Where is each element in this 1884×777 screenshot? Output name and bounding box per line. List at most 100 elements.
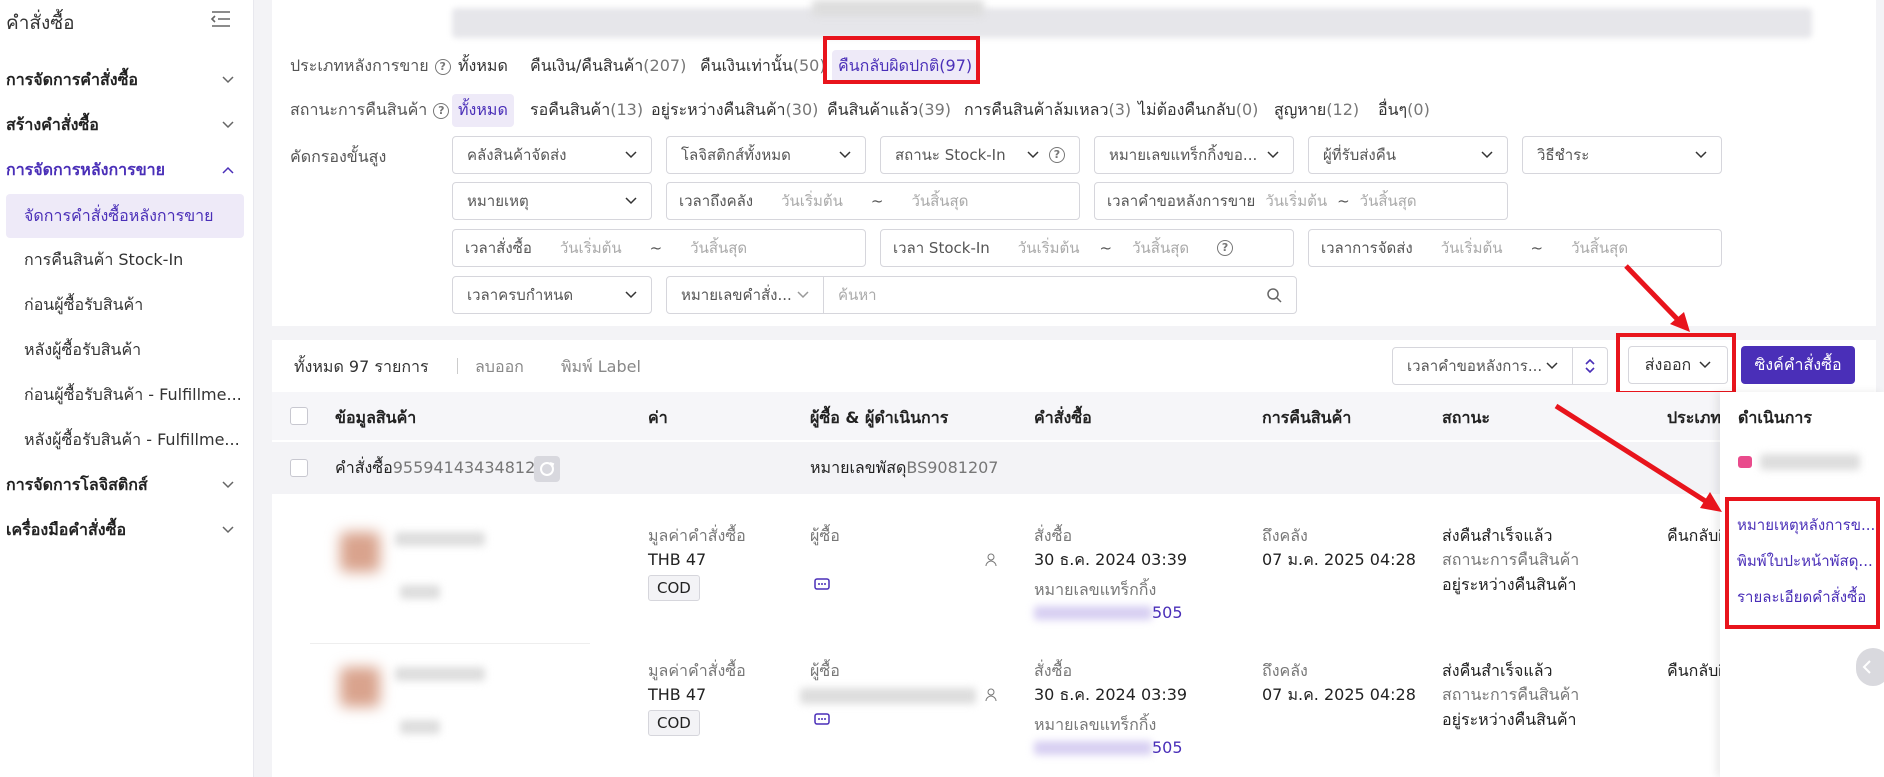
payment-select[interactable]: วิธีชำระ xyxy=(1522,136,1722,174)
order-details-link[interactable]: รายละเอียดคำสั่งซื้อ xyxy=(1737,585,1866,609)
sidebar-section-order-tools[interactable]: เครื่องมือคำสั่งซื้อ xyxy=(6,510,248,550)
tab-refund-return[interactable]: คืนเงิน/คืนสินค้า(207) xyxy=(530,54,686,79)
chevron-up-icon xyxy=(222,166,234,174)
sidebar-item-after-receive-fulfillment[interactable]: หลังผู้ซื้อรับสินค้า - Fulfillme... xyxy=(6,418,244,462)
tab-status-returned[interactable]: คืนสินค้าแล้ว(39) xyxy=(827,98,951,123)
tab-status-no-return[interactable]: ไม่ต้องคืนกลับ(0) xyxy=(1138,98,1258,123)
header-buyer-operator: ผู้ซื้อ & ผู้ดำเนินการ xyxy=(810,408,949,427)
sync-orders-button[interactable]: ซิงค์คำสั่งซื้อ xyxy=(1741,346,1855,384)
header-actions: ดำเนินการ xyxy=(1738,408,1812,427)
tracking-number[interactable]: 505 xyxy=(1152,735,1183,760)
return-shipper-select[interactable]: ผู้ที่รับส่งคืน xyxy=(1308,136,1508,174)
order-label: สั่งซื้อ xyxy=(1034,526,1073,545)
sidebar-section-aftersale[interactable]: การจัดการหลังการขาย xyxy=(6,150,248,190)
header-type: ประเภท xyxy=(1667,408,1721,427)
return-time: 07 ม.ค. 2025 04:28 xyxy=(1262,685,1416,704)
tab-status-other[interactable]: อื่นๆ(0) xyxy=(1378,98,1430,123)
tab-status-all[interactable]: ทั้งหมด xyxy=(452,94,514,127)
help-icon[interactable]: ? xyxy=(1049,147,1065,163)
buyer-label: ผู้ซื้อ xyxy=(810,526,840,545)
sidebar-item-label: จัดการคำสั่งซื้อหลังการขาย xyxy=(24,205,214,225)
chat-icon[interactable] xyxy=(814,713,830,727)
help-icon[interactable]: ? xyxy=(1217,240,1234,256)
sidebar-item-after-receive[interactable]: หลังผู้ซื้อรับสินค้า xyxy=(6,328,244,372)
sidebar-item-label: ก่อนผู้ซื้อรับสินค้า xyxy=(24,294,144,314)
tracking-label: หมายเลขแทร็กกิ้ง xyxy=(1034,715,1157,734)
sidebar-item-label: การคืนสินค้า Stock-In xyxy=(24,249,184,269)
aftersale-request-time-range[interactable]: เวลาคำขอหลังการขาย วันเริ่มต้น ~ วันสิ้นสุด xyxy=(1094,182,1508,220)
sidebar-section-logistics[interactable]: การจัดการโลจิสติกส์ xyxy=(6,465,248,505)
print-parcel-label-link[interactable]: พิมพ์ใบปะหน้าพัสดุ... xyxy=(1737,549,1873,573)
sort-order-toggle[interactable] xyxy=(1572,347,1608,385)
print-label-button[interactable]: พิมพ์ Label xyxy=(561,355,641,380)
refresh-icon[interactable] xyxy=(534,456,560,482)
product-sku xyxy=(400,585,440,599)
due-time-select[interactable]: เวลาครบกำหนด xyxy=(452,276,652,314)
help-icon[interactable]: ? xyxy=(433,102,450,119)
tab-status-failed[interactable]: การคืนสินค้าล้มเหลว(3) xyxy=(964,98,1131,123)
shop-name xyxy=(1760,454,1860,470)
product-image xyxy=(340,667,380,707)
order-time: 30 ธ.ค. 2024 03:39 xyxy=(1034,550,1188,569)
stockin-status-select[interactable]: สถานะ Stock-In? xyxy=(880,136,1080,174)
amount: THB 47 xyxy=(648,550,707,569)
sidebar-item-label: หลังผู้ซื้อรับสินค้า xyxy=(24,339,142,359)
return-label: ถึงคลัง xyxy=(1262,661,1308,680)
user-icon[interactable] xyxy=(984,687,1000,703)
delete-button[interactable]: ลบออก xyxy=(475,355,524,380)
product-sku xyxy=(400,720,440,734)
order-checkbox[interactable] xyxy=(290,459,308,477)
sidebar-item-before-receive-fulfillment[interactable]: ก่อนผู้ซื้อรับสินค้า - Fulfillme... xyxy=(6,373,244,417)
tracking-number[interactable]: 505 xyxy=(1152,600,1183,625)
sidebar-item-label: หลังผู้ซื้อรับสินค้า - Fulfillme... xyxy=(24,429,240,449)
order-time-range[interactable]: เวลาสั่งซื้อ วันเริ่มต้น ~ วันสิ้นสุด xyxy=(452,229,866,267)
order-time: 30 ธ.ค. 2024 03:39 xyxy=(1034,685,1188,704)
header-status: สถานะ xyxy=(1442,408,1490,427)
search-input[interactable]: ค้นหา xyxy=(823,276,1297,314)
tab-status-in-progress[interactable]: อยู่ระหว่างคืนสินค้า(30) xyxy=(651,98,818,123)
section-label: การจัดการคำสั่งซื้อ xyxy=(6,69,139,89)
tab-abnormal-return[interactable]: คืนกลับผิดปกติ(97) xyxy=(832,50,979,83)
sort-field-select[interactable]: เวลาคำขอหลังการ... xyxy=(1392,347,1573,385)
search-icon[interactable] xyxy=(1266,287,1282,303)
tab-status-lost[interactable]: สูญหาย(12) xyxy=(1274,98,1359,123)
tracking-label: หมายเลขแทร็กกิ้ง xyxy=(1034,580,1157,599)
order-number-select[interactable]: หมายเลขคำสั่ง... xyxy=(666,276,824,314)
product-name xyxy=(395,532,485,546)
stockin-time-range[interactable]: เวลา Stock-In วันเริ่มต้น ~ วันสิ้นสุด? xyxy=(880,229,1294,267)
collapse-menu-icon[interactable] xyxy=(210,10,232,28)
chevron-down-icon xyxy=(222,481,234,489)
warehouse-select[interactable]: คลังสินค้าจัดส่ง xyxy=(452,136,652,174)
sidebar-item-stockin-return[interactable]: การคืนสินค้า Stock-In xyxy=(6,238,244,282)
logistics-select[interactable]: โลจิสติกส์ทั้งหมด xyxy=(666,136,866,174)
header-return: การคืนสินค้า xyxy=(1262,408,1352,427)
section-label: การจัดการโลจิสติกส์ xyxy=(6,474,148,494)
export-button[interactable]: ส่งออก xyxy=(1628,346,1728,384)
tab-refund-only[interactable]: คืนเงินเท่านั้น(50) xyxy=(700,54,826,79)
sidebar-item-before-receive[interactable]: ก่อนผู้ซื้อรับสินค้า xyxy=(6,283,244,327)
tab-status-awaiting[interactable]: รอคืนสินค้า(13) xyxy=(530,98,643,123)
tracking-number-blur xyxy=(1034,606,1152,620)
aftersale-note-link[interactable]: หมายเหตุหลังการข... xyxy=(1737,513,1875,537)
reason-select[interactable]: หมายเหตุ xyxy=(452,182,652,220)
blurred-header xyxy=(452,8,1812,38)
chevron-down-icon xyxy=(839,151,851,159)
tab-aftersale-all[interactable]: ทั้งหมด xyxy=(458,54,508,79)
help-icon[interactable]: ? xyxy=(434,58,451,75)
sidebar-item-aftersale-orders[interactable]: จัดการคำสั่งซื้อหลังการขาย xyxy=(6,194,244,238)
user-icon[interactable] xyxy=(984,552,1000,568)
shipping-time-range[interactable]: เวลาการจัดส่ง วันเริ่มต้น ~ วันสิ้นสุด xyxy=(1308,229,1722,267)
chevron-down-icon xyxy=(625,151,637,159)
value-label: มูลค่าคำสั่งซื้อ xyxy=(648,661,746,680)
select-all-checkbox[interactable] xyxy=(290,407,308,425)
buyer-name xyxy=(800,688,976,704)
sidebar-section-create-order[interactable]: สร้างคำสั่งซื้อ xyxy=(6,105,248,145)
arrival-time-range[interactable]: เวลาถึงคลัง วันเริ่มต้น ~ วันสิ้นสุด xyxy=(666,182,1080,220)
chevron-down-icon xyxy=(625,197,637,205)
tracking-select[interactable]: หมายเลขแทร็กกิ้งขอ... xyxy=(1094,136,1294,174)
chevron-down-icon xyxy=(1481,151,1493,159)
table-header: ข้อมูลสินค้า ค่า ผู้ซื้อ & ผู้ดำเนินการ … xyxy=(272,392,1876,440)
collapse-panel-button[interactable] xyxy=(1856,648,1884,686)
chat-icon[interactable] xyxy=(814,578,830,592)
sidebar-section-order-management[interactable]: การจัดการคำสั่งซื้อ xyxy=(6,60,248,100)
